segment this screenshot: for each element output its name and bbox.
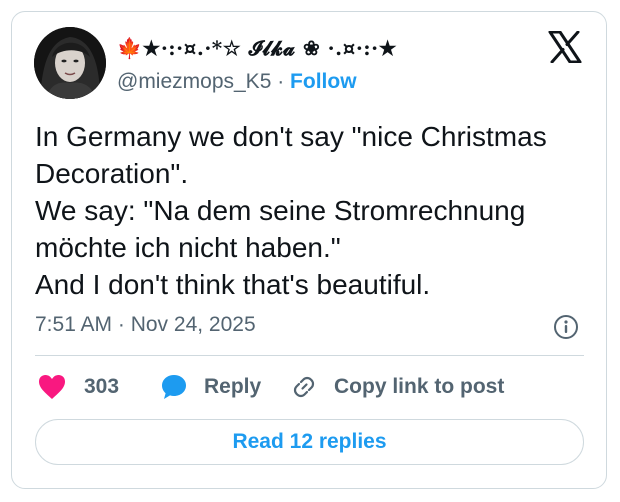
link-icon	[293, 376, 315, 398]
info-icon[interactable]	[553, 314, 579, 340]
author-handle[interactable]: @miezmops_K5	[117, 70, 271, 93]
display-name-core: 𝓘𝓵𝓴𝓪	[248, 36, 296, 60]
speech-bubble-icon	[162, 375, 186, 399]
tweet-line: And I don't think that's beautiful.	[35, 269, 431, 300]
like-button[interactable]: 303	[38, 372, 119, 402]
reply-button[interactable]: Reply	[160, 372, 261, 402]
tweet-line: möchte ich nicht haben."	[35, 232, 341, 263]
tweet-line: Decoration".	[35, 158, 189, 189]
like-count: 303	[84, 375, 120, 398]
display-name-suffix: ❀ ·.¤·:·★	[295, 36, 398, 60]
tweet-text: In Germany we don't say "nice Christmas …	[35, 118, 595, 303]
reply-label: Reply	[204, 375, 262, 398]
copy-link-label: Copy link to post	[334, 375, 505, 398]
handle-row: @miezmops_K5 · Follow	[117, 70, 357, 94]
avatar[interactable]	[34, 27, 106, 99]
tweet-timestamp[interactable]: 7:51 AM · Nov 24, 2025	[35, 313, 256, 337]
copy-link-button[interactable]: Copy link to post	[290, 372, 504, 402]
follow-link[interactable]: Follow	[290, 70, 357, 93]
x-logo-icon[interactable]	[548, 31, 582, 63]
read-replies-button[interactable]: Read 12 replies	[35, 419, 584, 465]
divider	[35, 355, 584, 356]
author-display-name[interactable]: 🍁★·:·¤.·*☆ 𝓘𝓵𝓴𝓪 ❀ ·.¤·:·★	[117, 36, 397, 60]
tweet-line: In Germany we don't say "nice Christmas	[35, 121, 547, 152]
heart-icon	[39, 375, 65, 399]
read-replies-label: Read 12 replies	[232, 430, 387, 453]
handle-separator: ·	[271, 70, 291, 93]
tweet-line: We say: "Na dem seine Stromrechnung	[35, 195, 526, 226]
display-name-prefix: 🍁★·:·¤.·*☆	[117, 36, 249, 60]
